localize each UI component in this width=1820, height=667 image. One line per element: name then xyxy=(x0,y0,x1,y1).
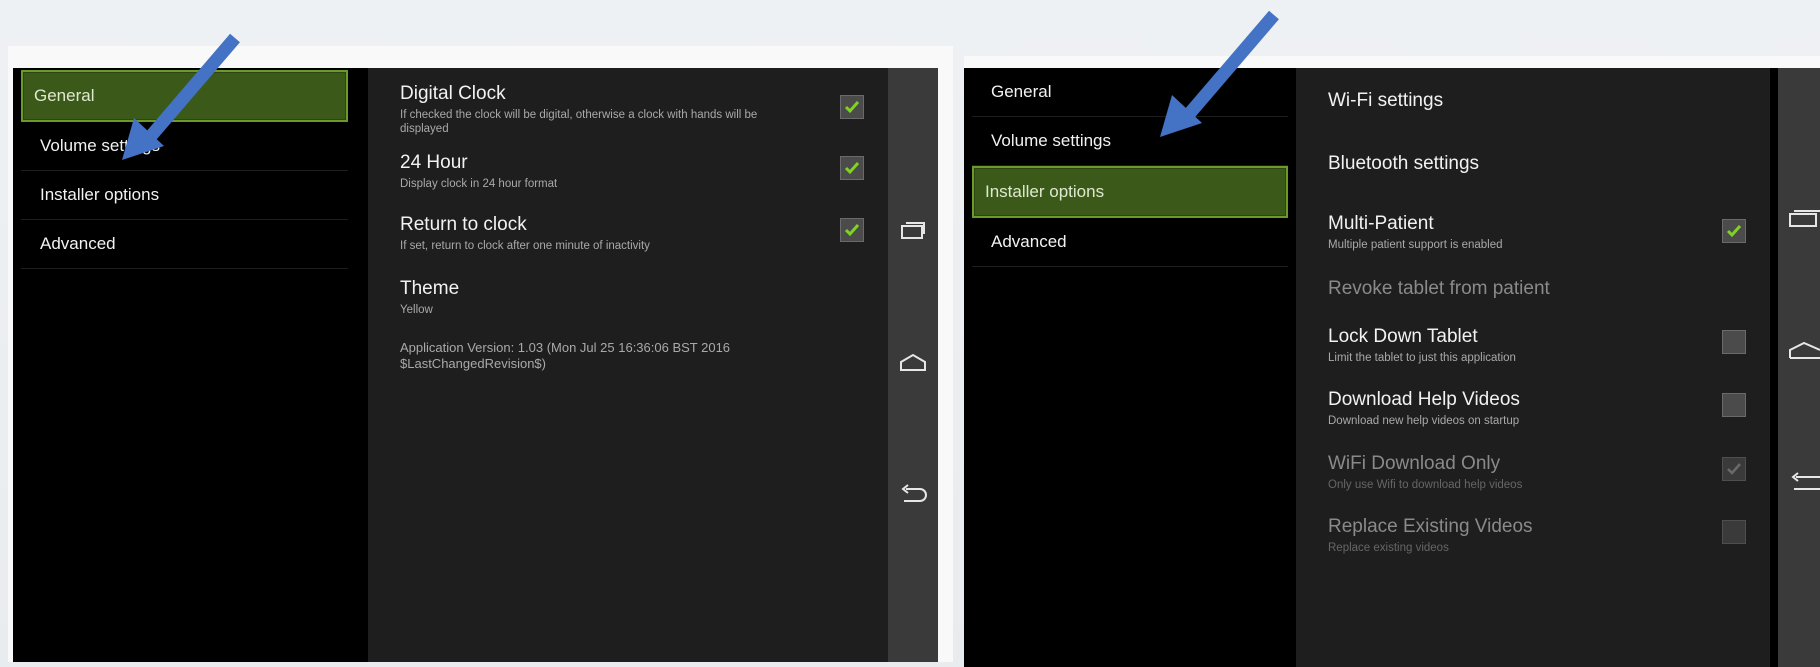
lock-down-tablet-preference[interactable]: Lock Down Tablet Limit the tablet to jus… xyxy=(1328,326,1746,365)
download-help-videos-checkbox[interactable] xyxy=(1722,393,1746,417)
back-icon[interactable] xyxy=(1788,470,1820,492)
return-to-clock-preference[interactable]: Return to clock If set, return to clock … xyxy=(400,214,864,253)
wifi-download-only-preference: WiFi Download Only Only use Wifi to down… xyxy=(1328,453,1746,492)
digital-clock-checkbox[interactable] xyxy=(840,95,864,119)
sidebar-item-label: General xyxy=(991,82,1052,101)
multi-patient-preference[interactable]: Multi-Patient Multiple patient support i… xyxy=(1328,213,1746,252)
digital-clock-preference[interactable]: Digital Clock If checked the clock will … xyxy=(400,83,864,136)
pref-summary: Replace existing videos xyxy=(1328,542,1449,554)
pref-title: Return to clock xyxy=(400,214,527,235)
24-hour-checkbox[interactable] xyxy=(840,156,864,180)
pref-summary: Multiple patient support is enabled xyxy=(1328,239,1503,251)
download-help-videos-preference[interactable]: Download Help Videos Download new help v… xyxy=(1328,389,1746,428)
pref-title: Multi-Patient xyxy=(1328,213,1434,234)
theme-preference[interactable]: Theme Yellow xyxy=(400,278,864,317)
revoke-tablet-preference: Revoke tablet from patient xyxy=(1328,278,1746,300)
right-tablet-screen: General Volume settings Installer option… xyxy=(964,68,1820,667)
sidebar-item-label: Installer options xyxy=(985,182,1105,201)
home-icon[interactable] xyxy=(1788,340,1820,360)
return-to-clock-checkbox[interactable] xyxy=(840,218,864,242)
checkmark-icon xyxy=(844,101,860,114)
multi-patient-checkbox[interactable] xyxy=(1722,219,1746,243)
arrow-icon xyxy=(122,33,240,160)
checkmark-icon xyxy=(844,224,860,237)
sidebar-item-label: Volume settings xyxy=(991,131,1112,150)
back-icon[interactable] xyxy=(898,482,928,504)
24-hour-preference[interactable]: 24 Hour Display clock in 24 hour format xyxy=(400,152,864,191)
pref-title: Lock Down Tablet xyxy=(1328,326,1478,347)
left-navigation-bar xyxy=(888,68,938,662)
right-settings-content: Wi-Fi settings Bluetooth settings Multi-… xyxy=(1296,68,1770,667)
bluetooth-settings-preference[interactable]: Bluetooth settings xyxy=(1328,153,1746,175)
replace-existing-videos-checkbox xyxy=(1722,520,1746,544)
sidebar-item-installer-options[interactable]: Installer options xyxy=(21,171,348,220)
pref-summary: Display clock in 24 hour format xyxy=(400,178,558,190)
sidebar-item-installer-options[interactable]: Installer options xyxy=(972,166,1288,218)
pref-title: Replace Existing Videos xyxy=(1328,516,1533,537)
pref-title: Revoke tablet from patient xyxy=(1328,278,1550,299)
checkmark-icon xyxy=(1727,463,1741,475)
sidebar-item-advanced[interactable]: Advanced xyxy=(21,220,348,269)
sidebar-item-label: Advanced xyxy=(991,232,1067,251)
pref-summary: If set, return to clock after one minute… xyxy=(400,240,650,252)
right-navigation-bar xyxy=(1778,68,1820,667)
pref-summary: Limit the tablet to just this applicatio… xyxy=(1328,352,1516,364)
sidebar-item-label: Installer options xyxy=(40,185,160,204)
pref-title: Download Help Videos xyxy=(1328,389,1520,410)
pref-title: 24 Hour xyxy=(400,152,468,173)
right-settings-sidebar: General Volume settings Installer option… xyxy=(964,68,1296,667)
sidebar-item-advanced[interactable]: Advanced xyxy=(972,218,1288,267)
checkmark-icon xyxy=(844,162,860,175)
left-settings-content: Digital Clock If checked the clock will … xyxy=(368,68,888,662)
arrow-icon xyxy=(1160,10,1279,137)
application-version: Application Version: 1.03 (Mon Jul 25 16… xyxy=(400,340,731,371)
pref-summary: Only use Wifi to download help videos xyxy=(1328,479,1523,491)
pref-title: Bluetooth settings xyxy=(1328,153,1480,174)
pref-title: WiFi Download Only xyxy=(1328,453,1501,474)
checkmark-icon xyxy=(1726,225,1742,238)
home-icon[interactable] xyxy=(899,352,927,372)
replace-existing-videos-preference: Replace Existing Videos Replace existing… xyxy=(1328,516,1746,555)
recent-apps-icon[interactable] xyxy=(900,220,926,240)
pref-title: Theme xyxy=(400,278,460,299)
pref-title: Digital Clock xyxy=(400,83,506,104)
sidebar-item-label: Advanced xyxy=(40,234,116,253)
pref-title: Wi-Fi settings xyxy=(1328,90,1444,111)
right-screenshot: General Volume settings Installer option… xyxy=(964,56,1820,667)
wifi-settings-preference[interactable]: Wi-Fi settings xyxy=(1328,90,1746,112)
pref-summary: Download new help videos on startup xyxy=(1328,415,1520,427)
wifi-download-only-checkbox xyxy=(1722,457,1746,481)
pref-summary: Yellow xyxy=(400,304,433,316)
sidebar-item-label: General xyxy=(34,86,95,105)
lock-down-tablet-checkbox[interactable] xyxy=(1722,330,1746,354)
recent-apps-icon[interactable] xyxy=(1788,208,1820,228)
pref-summary: If checked the clock will be digital, ot… xyxy=(400,109,758,135)
